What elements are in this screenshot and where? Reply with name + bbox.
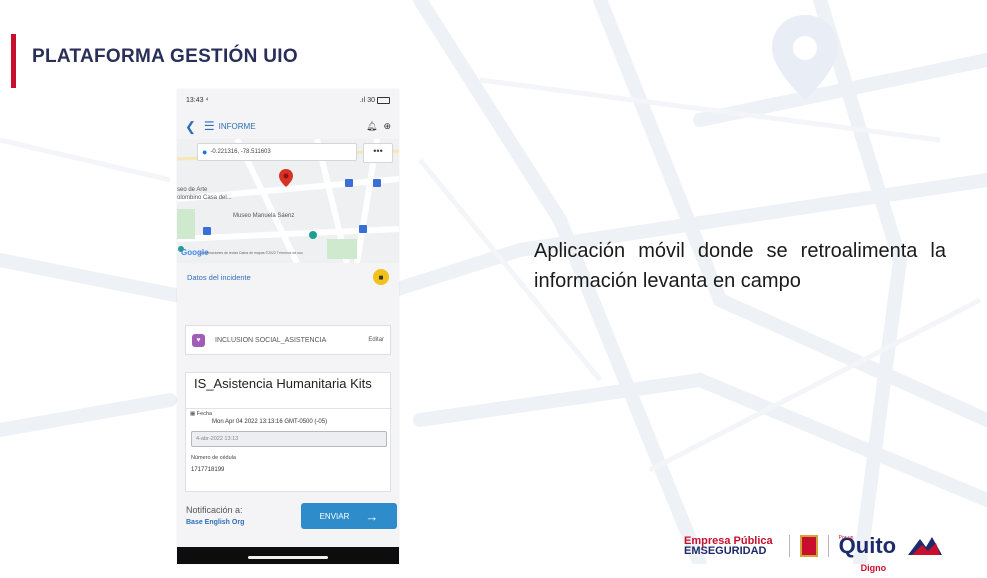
title-accent-bar xyxy=(11,34,16,88)
hamburger-menu-icon[interactable]: ☰ xyxy=(204,120,215,132)
location-pin-icon: ● xyxy=(202,147,208,157)
video-icon[interactable]: ■ xyxy=(373,269,389,285)
send-button-label: ENVIAR xyxy=(319,511,350,521)
map-marker-icon[interactable] xyxy=(279,169,293,187)
battery-icon xyxy=(377,96,390,104)
notification-label: Notificación a: xyxy=(186,505,243,515)
coordinates-field[interactable]: ● -0.221316, -78.511603 xyxy=(197,143,357,161)
map-label: seo de Arte xyxy=(177,187,208,193)
date-label: ▦ Fecha xyxy=(190,411,213,417)
slide-description: Aplicación móvil donde se retroalimenta … xyxy=(534,240,946,292)
report-card: IS_Asistencia Humanitaria Kits ▦ Fecha M… xyxy=(185,372,392,492)
map-more-button[interactable]: ••• xyxy=(363,143,393,163)
status-time: 13:43 ⁴ xyxy=(186,96,209,104)
social-icon: ♥ xyxy=(192,333,205,347)
incident-data-label: Datos del incidente xyxy=(187,272,251,282)
arrow-right-icon: → xyxy=(365,508,379,524)
map-footer: Combinaciones de teclas Datos de mapas ©… xyxy=(199,251,303,255)
home-indicator[interactable] xyxy=(248,556,328,559)
phone-screenshot: 13:43 ⁴ .ıl 30 ❮ ☰ INFORME 🔔︎ ⊕ ● -0.221… xyxy=(177,89,399,564)
anniversary-logo-icon xyxy=(908,537,943,555)
report-title: IS_Asistencia Humanitaria Kits xyxy=(194,376,372,391)
home-bar xyxy=(177,547,399,564)
category-label: INCLUSIÓN SOCIAL_ASISTENCIA xyxy=(215,336,327,344)
notification-area: Notificación a: Base English Org ENVIAR … xyxy=(177,497,399,549)
coordinates-value: -0.221316, -78.511603 xyxy=(210,149,271,155)
app-bar-title: INFORME xyxy=(218,121,256,131)
date-value: Mon Apr 04 2022 13:13:16 GMT-0500 (-05) xyxy=(212,419,328,425)
quito-crest-icon xyxy=(799,535,818,557)
send-button[interactable]: ENVIAR → xyxy=(301,503,397,529)
map-label: Museo Manuela Sáenz xyxy=(233,213,295,219)
category-edit-link[interactable]: Editar xyxy=(368,337,384,343)
status-bar: 13:43 ⁴ .ıl 30 xyxy=(177,89,399,111)
app-bar: ❮ ☰ INFORME 🔔︎ ⊕ xyxy=(177,115,399,137)
calendar-icon: ▦ xyxy=(190,411,196,417)
slide-title: PLATAFORMA GESTIÓN UIO xyxy=(32,46,298,67)
chevron-left-icon[interactable]: ❮ xyxy=(185,120,196,133)
notification-org[interactable]: Base English Org xyxy=(186,519,244,526)
id-number-value[interactable]: 1717718199 xyxy=(191,467,224,473)
map-label: olombino Casa del... xyxy=(177,195,232,201)
date-input[interactable]: 4-abr-2022 13:13 xyxy=(191,431,387,447)
signal-indicator: .ıl 30 xyxy=(359,96,375,104)
quito-logo: Por un Quito Digno xyxy=(838,533,897,574)
translate-icon[interactable]: ⊕ xyxy=(383,121,391,132)
footer-logos: Empresa Pública EMSEGURIDAD Por un Quito… xyxy=(684,528,984,574)
incident-data-row[interactable]: Datos del incidente ■ xyxy=(177,263,399,291)
category-card[interactable]: ♥ INCLUSIÓN SOCIAL_ASISTENCIA Editar xyxy=(185,325,391,355)
bell-icon[interactable]: 🔔︎ xyxy=(366,121,377,132)
id-number-label: Número de cédula xyxy=(191,455,236,461)
map-view[interactable]: ● -0.221316, -78.511603 ••• seo de Arte … xyxy=(177,139,399,263)
emseguridad-logo: Empresa Pública EMSEGURIDAD xyxy=(684,535,773,557)
